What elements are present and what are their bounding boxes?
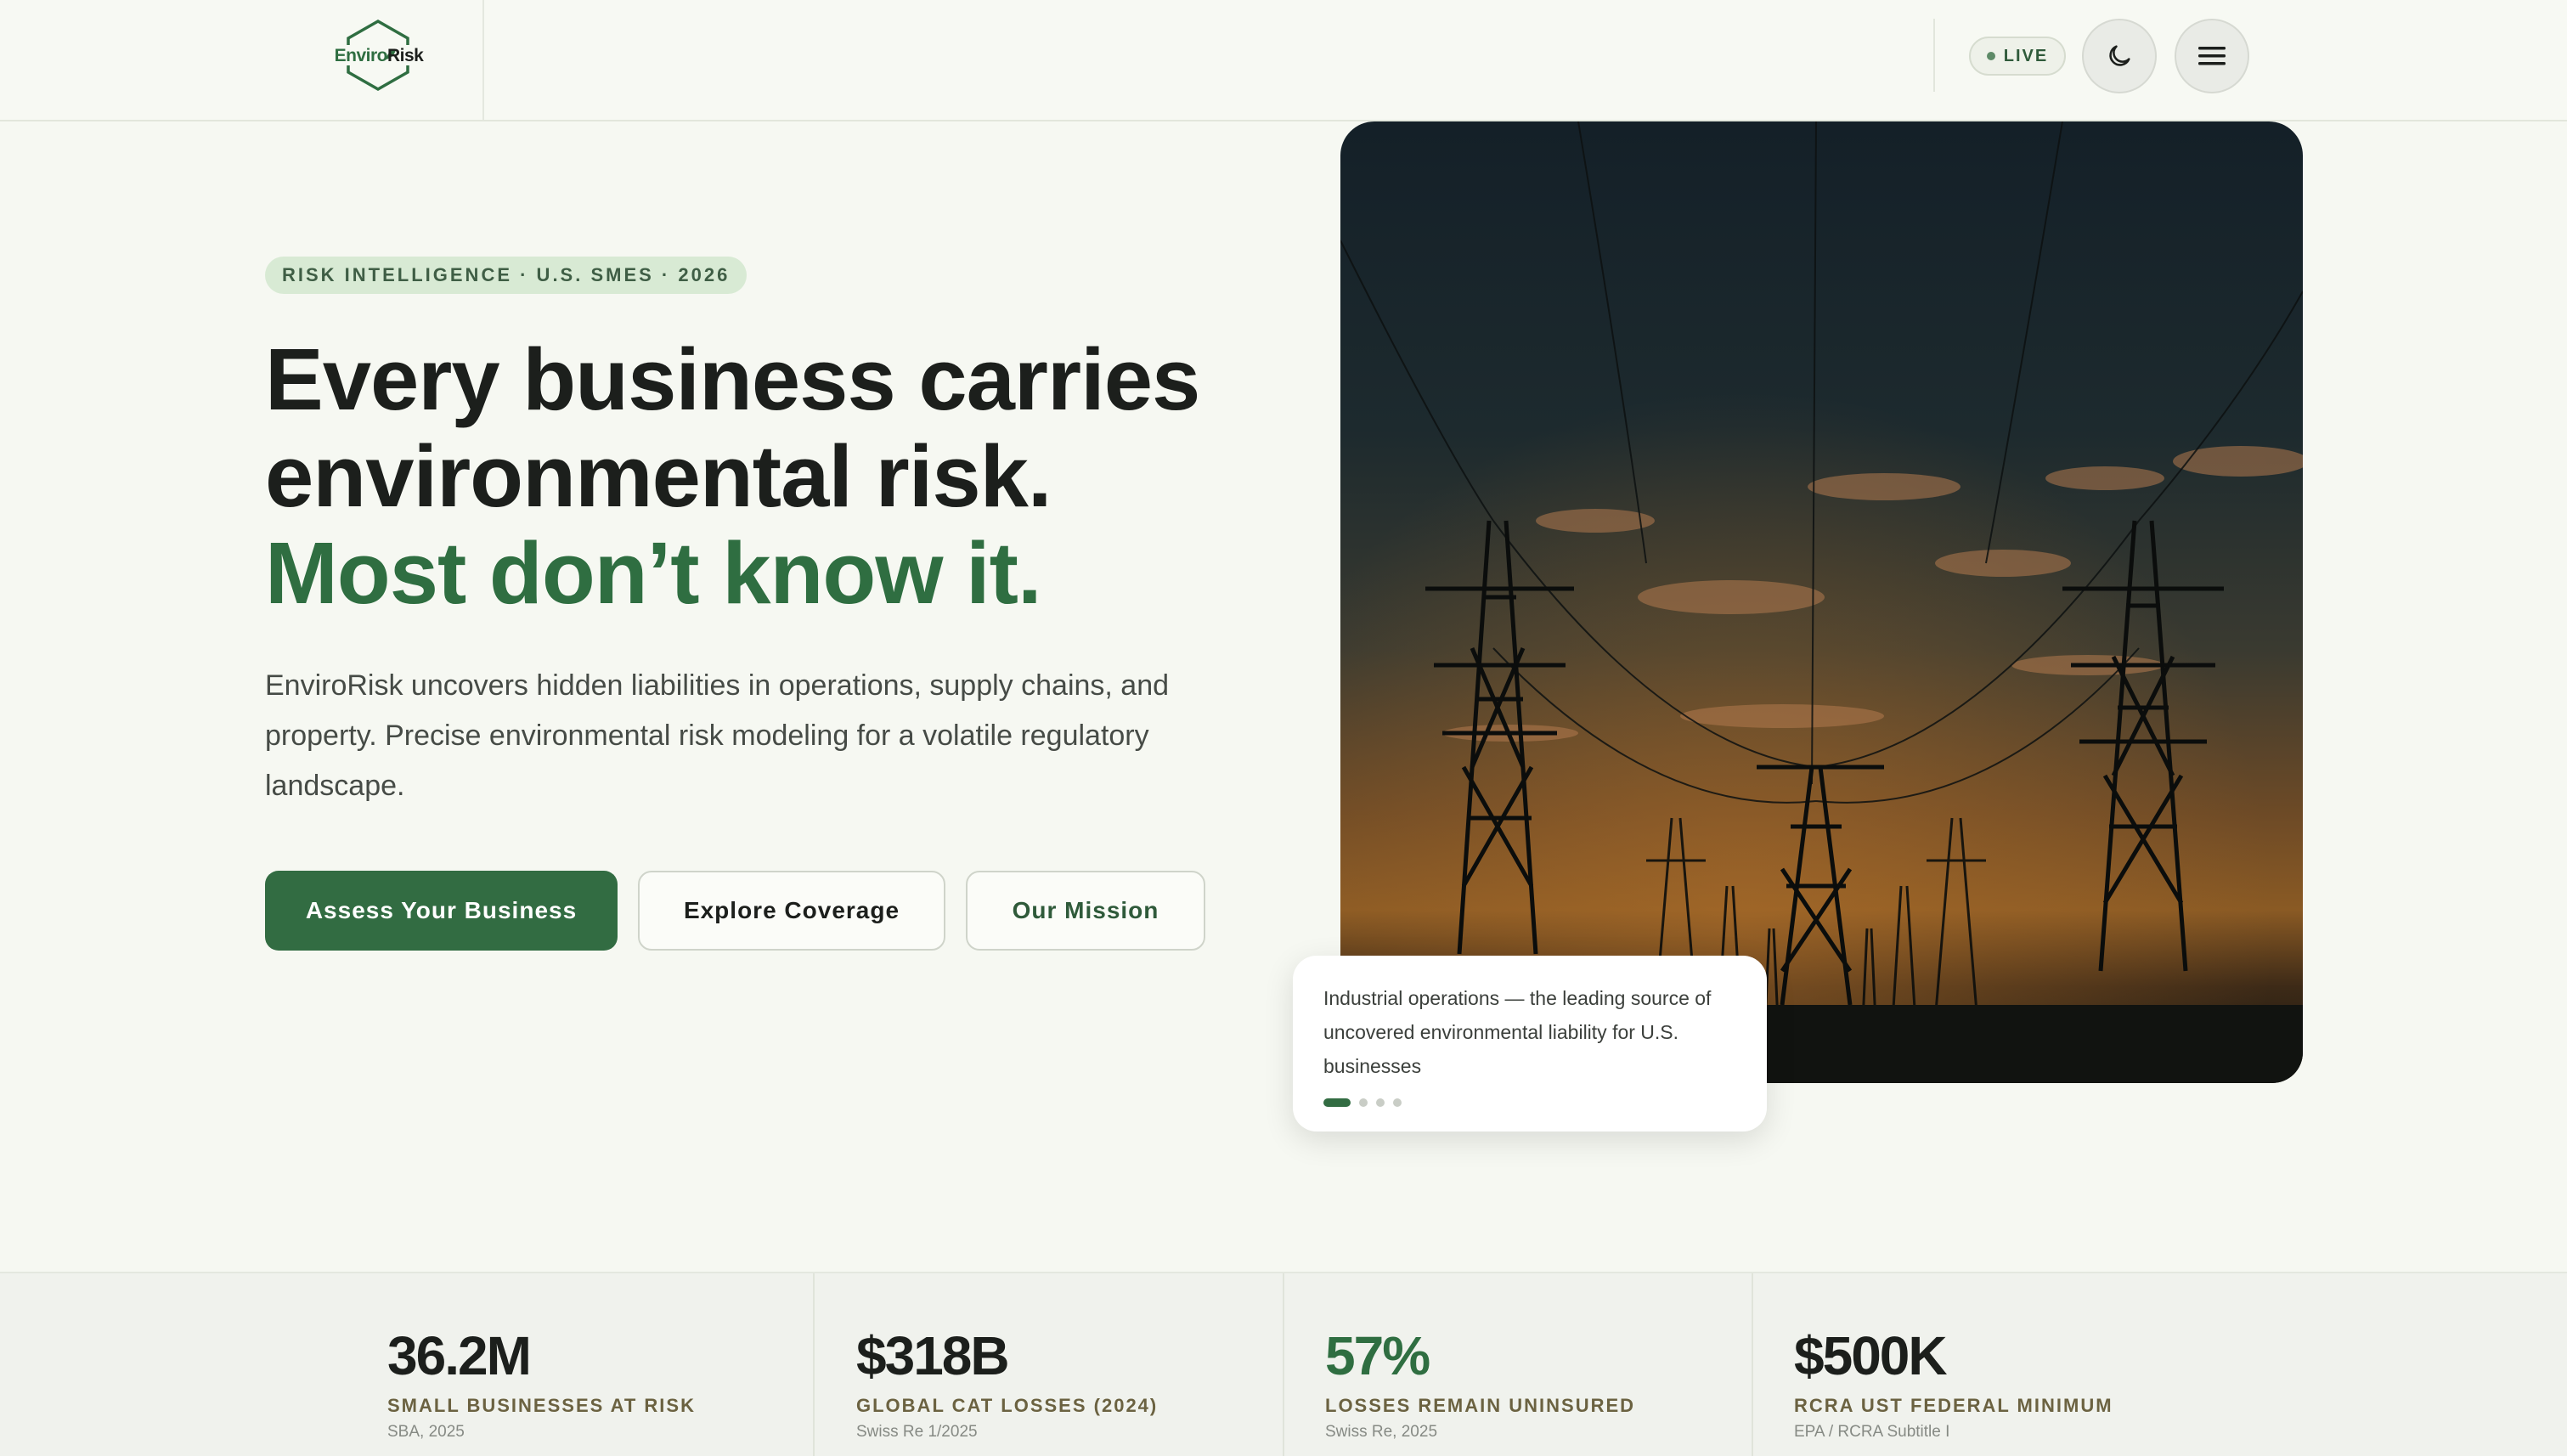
logo-area: EnviroRisk <box>0 0 484 120</box>
stats-bar: 36.2M SMALL BUSINESSES AT RISK SBA, 2025… <box>0 1272 2567 1456</box>
logo-wordmark: EnviroRisk <box>334 46 424 65</box>
stat-value: $318B <box>856 1325 1010 1386</box>
our-mission-button[interactable]: Our Mission <box>966 871 1205 951</box>
hero-description: EnviroRisk uncovers hidden liabilities i… <box>265 669 1170 802</box>
stat-divider <box>813 1273 815 1456</box>
carousel-dot-2[interactable] <box>1359 1098 1368 1107</box>
live-label: LIVE <box>2003 46 2049 65</box>
live-dot-icon <box>1986 52 1995 60</box>
hero-eyebrow-badge: RISK INTELLIGENCE · U.S. SMES · 2026 <box>265 257 748 294</box>
hero-headline: Every business carries environmental ris… <box>265 331 1250 622</box>
moon-icon <box>2109 45 2130 66</box>
menu-button[interactable] <box>2175 19 2249 93</box>
assess-business-button[interactable]: Assess Your Business <box>265 871 618 951</box>
headline-line-2: environmental risk. <box>265 427 1052 525</box>
site-header: EnviroRisk LIVE <box>0 0 2567 121</box>
hamburger-menu-icon <box>2198 47 2226 65</box>
stat-label: RCRA UST FEDERAL MINIMUM <box>1794 1395 2113 1416</box>
stat-label: LOSSES REMAIN UNINSURED <box>1325 1395 1636 1416</box>
stat-source: Swiss Re, 2025 <box>1325 1423 1438 1441</box>
header-divider <box>1933 19 1935 92</box>
stat-label: GLOBAL CAT LOSSES (2024) <box>856 1395 1159 1416</box>
theme-toggle-button[interactable] <box>2082 19 2157 93</box>
carousel-indicator <box>1323 1098 1402 1107</box>
carousel-dot-1[interactable] <box>1323 1098 1351 1107</box>
stat-label: SMALL BUSINESSES AT RISK <box>387 1395 696 1416</box>
explore-coverage-button[interactable]: Explore Coverage <box>638 871 945 951</box>
carousel-dot-3[interactable] <box>1376 1098 1385 1107</box>
stat-source: EPA / RCRA Subtitle I <box>1794 1423 1950 1441</box>
power-lines-photo <box>1340 121 2303 1083</box>
image-caption: Industrial operations — the leading sour… <box>1323 987 1712 1077</box>
stat-source: Swiss Re 1/2025 <box>856 1423 978 1441</box>
stat-source: SBA, 2025 <box>387 1423 465 1441</box>
headline-line-1: Every business carries <box>265 330 1200 428</box>
headline-accent-line: Most don’t know it. <box>265 524 1042 622</box>
carousel-dot-4[interactable] <box>1393 1098 1402 1107</box>
hero-image <box>1340 121 2303 1083</box>
stat-value: 57% <box>1325 1325 1430 1386</box>
image-caption-card: Industrial operations — the leading sour… <box>1293 956 1767 1132</box>
stat-divider <box>1752 1273 1753 1456</box>
stat-value: $500K <box>1794 1325 1948 1386</box>
logo[interactable]: EnviroRisk <box>330 19 426 92</box>
live-status-badge: LIVE <box>1969 37 2066 76</box>
stat-value: 36.2M <box>387 1325 532 1386</box>
stat-divider <box>1283 1273 1284 1456</box>
